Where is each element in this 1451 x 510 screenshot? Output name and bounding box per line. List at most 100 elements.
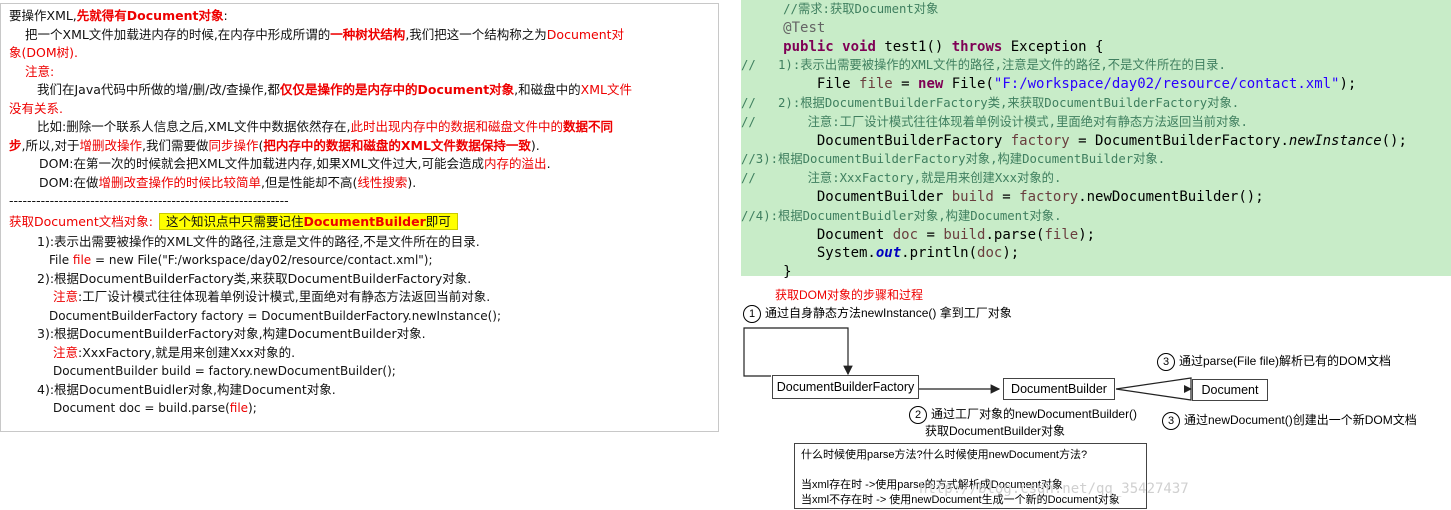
code-line: DocumentBuilder build = factory.newDocum… xyxy=(741,188,1451,207)
code-variable: file xyxy=(1044,226,1079,243)
code-line: // 2):根据DocumentBuilderFactory类,来获取Docum… xyxy=(741,94,1451,113)
code-text: = DocumentBuilderFactory. xyxy=(1069,132,1289,149)
step-number: 1 xyxy=(743,304,761,323)
highlight-box: 这个知识点中只需要记住DocumentBuilder即可 xyxy=(158,212,458,230)
text: 通过parse(File file)解析已有的DOM文档 xyxy=(1179,354,1392,368)
red-text: file xyxy=(72,253,92,267)
code-text: Exception { xyxy=(1002,38,1104,55)
red-text: 注意 xyxy=(53,289,79,304)
text: ); xyxy=(248,401,257,415)
red-text: Document对 xyxy=(546,26,625,42)
highlight-text: 仅仅是操作的是内存中的Document对象 xyxy=(280,82,515,97)
note-line: 步,所以,对于增删改操作,我们需要做同步操作(把内存中的数据和磁盘的XML文件数… xyxy=(9,137,713,156)
text: 通过newDocument()创建出一个新DOM文档 xyxy=(1184,413,1417,427)
code-text: System. xyxy=(816,245,876,262)
note-line: 3):根据DocumentBuilderFactory对象,构建Document… xyxy=(37,326,426,341)
text: ,和磁盘中的 xyxy=(514,82,581,97)
step-2-label: 2 通过工厂对象的newDocumentBuilder() 获取DocumentBu… xyxy=(909,406,1137,439)
code-line: File file = new File("F:/workspace/day02… xyxy=(741,75,1451,94)
code-text: = xyxy=(918,226,944,243)
factory-box: DocumentBuilderFactory xyxy=(772,375,919,399)
note-line: DOM:在第一次的时候就会把XML文件加载进内存,如果XML文件过大,可能会造成… xyxy=(9,155,713,174)
text: 这个知识点中只需要记住 xyxy=(165,213,304,229)
code-comment: // 2):根据DocumentBuilderFactory类,来获取Docum… xyxy=(741,95,1240,110)
code-line: public void test1() throws Exception { xyxy=(741,38,1451,57)
text: File xyxy=(49,253,73,267)
highlight-text: 数据不同 xyxy=(563,119,614,134)
red-text: file xyxy=(229,401,249,415)
text: ,我们需要做 xyxy=(141,137,209,153)
code-variable: doc xyxy=(977,245,1003,262)
note-line: 把一个XML文件加载进内存的时候,在内存中形成所谓的一种树状结构,我们把这一个结… xyxy=(9,26,713,45)
code-text: File( xyxy=(943,76,994,93)
code-variable: factory xyxy=(1010,132,1070,149)
step-number: 3 xyxy=(1162,411,1180,430)
red-text: 增删改查操作的时候比较简单 xyxy=(98,174,261,190)
text: :工厂设计模式往往体现着单例设计模式,里面绝对有静态方法返回当前对象. xyxy=(78,289,491,304)
code-line: System.out.println(doc); xyxy=(741,244,1451,263)
step-3-new-label: 3 通过newDocument()创建出一个新DOM文档 xyxy=(1162,411,1417,430)
text: ,我们把这一个结构称之为 xyxy=(405,26,547,42)
code-text: test1() xyxy=(875,38,952,55)
text: : xyxy=(223,8,228,23)
red-text: 线性搜索 xyxy=(357,174,408,190)
red-text: 此时出现内存中的数据和磁盘文件中的 xyxy=(350,119,563,134)
code-panel: //需求:获取Document对象 @Test public void test… xyxy=(741,0,1451,280)
code-variable: build xyxy=(951,188,994,205)
code-variable: doc xyxy=(892,226,919,243)
highlight-text: 一种树状结构 xyxy=(330,26,406,42)
diagram-title: 获取DOM对象的步骤和过程 xyxy=(775,288,923,302)
note-line: 要操作XML,先就得有Document对象: xyxy=(9,7,713,26)
code-field: out xyxy=(875,245,902,262)
document-box: Document xyxy=(1192,379,1268,401)
text: . xyxy=(546,156,551,171)
code-comment: //4):根据DocumentBuidler对象,构建Document对象. xyxy=(741,208,1062,223)
text: 即可 xyxy=(425,213,451,229)
code-line: //3):根据DocumentBuilderFactory对象,构建Docume… xyxy=(741,150,1451,169)
dom-steps-diagram: 获取DOM对象的步骤和过程 1 通过自身静态方法newInstance() 拿到工… xyxy=(741,282,1451,510)
code-text: .newDocumentBuilder(); xyxy=(1078,188,1264,205)
separator: ----------------------------------------… xyxy=(9,193,289,208)
note-line: 注意:XxxFactory,就是用来创建Xxx对象的. xyxy=(9,344,713,363)
highlight-text: 先就得有Document对象 xyxy=(76,8,224,23)
code-text: ); xyxy=(1078,226,1096,243)
usage-note-box: 什么时候使用parse方法?什么时候使用newDocument方法? 当xml存… xyxy=(794,443,1147,509)
code-keyword: throws xyxy=(951,38,1003,55)
code-variable: file xyxy=(859,76,893,93)
code-line: // 1):表示出需要被操作的XML文件的路径,注意是文件的路径,不是文件所在的… xyxy=(741,56,1451,75)
red-text: XML文件 xyxy=(580,82,632,97)
text: 获取DocumentBuilder对象 xyxy=(925,424,1066,438)
text: DOM:在第一次的时候就会把XML文件加载进内存,如果XML文件过大,可能会造成 xyxy=(39,156,485,171)
text: 通过自身静态方法newInstance() 拿到工厂对象 xyxy=(765,306,1012,320)
code-text: DocumentBuilder xyxy=(816,188,952,205)
code-comment: // 注意:工厂设计模式往往体现着单例设计模式,里面绝对有静态方法返回当前对象. xyxy=(741,114,1248,129)
code-text: DocumentBuilderFactory xyxy=(816,132,1011,149)
note-line: 4):根据DocumentBuidler对象,构建Document对象. xyxy=(37,381,336,397)
code-annotation: @Test xyxy=(783,19,826,36)
builder-to-document-arrows xyxy=(1115,377,1192,401)
code-string: "F:/workspace/day02/resource/contact.xml… xyxy=(993,76,1340,93)
code-line: // 注意:工厂设计模式往往体现着单例设计模式,里面绝对有静态方法返回当前对象. xyxy=(741,113,1451,132)
note-line: Document doc = build.parse(file); xyxy=(9,399,713,418)
code-variable: factory xyxy=(1019,188,1079,205)
step-1-label: 1 通过自身静态方法newInstance() 拿到工厂对象 xyxy=(743,304,1012,323)
text: DOM:在做 xyxy=(39,174,99,190)
text: 把一个XML文件加载进内存的时候,在内存中形成所谓的 xyxy=(25,26,331,42)
note-line: 获取Document文档对象: 这个知识点中只需要记住DocumentBuilde… xyxy=(9,211,713,233)
note-line: DocumentBuilder build = factory.newDocum… xyxy=(53,364,396,378)
highlight-text: DocumentBuilder xyxy=(303,213,426,229)
code-comment: // 注意:XxxFactory,就是用来创建Xxx对象的. xyxy=(741,171,1062,186)
text: = new File("F:/workspace/day02/resource/… xyxy=(91,253,433,267)
builder-box: DocumentBuilder xyxy=(1003,378,1115,400)
code-comment: //3):根据DocumentBuilderFactory对象,构建Docume… xyxy=(741,152,1166,167)
code-text: = xyxy=(993,188,1020,205)
code-comment: //需求:获取Document对象 xyxy=(783,2,939,16)
note-line: 注意:工厂设计模式往往体现着单例设计模式,里面绝对有静态方法返回当前对象. xyxy=(9,288,713,307)
code-comment: // 1):表示出需要被操作的XML文件的路径,注意是文件的路径,不是文件所在的… xyxy=(741,58,1226,73)
code-text: Document xyxy=(816,226,893,243)
code-text: (); xyxy=(1381,132,1407,149)
code-text: ); xyxy=(1339,76,1357,93)
step-3-parse-label: 3 通过parse(File file)解析已有的DOM文档 xyxy=(1157,352,1391,371)
code-text: .parse( xyxy=(985,226,1045,243)
code-line: Document doc = build.parse(file); xyxy=(741,226,1451,245)
